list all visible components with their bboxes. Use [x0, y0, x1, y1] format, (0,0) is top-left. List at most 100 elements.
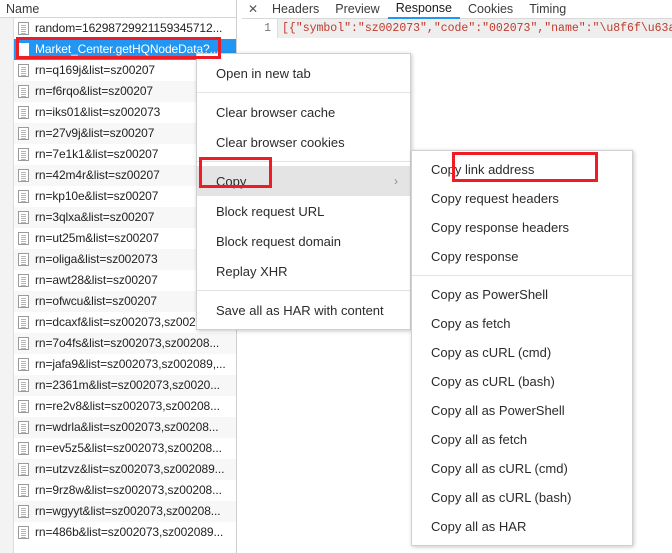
request-row[interactable]: rn=7o4fs&list=sz002073,sz00208...	[14, 333, 236, 354]
submenu-separator	[412, 275, 632, 276]
submenu-item-copy-as-curl-cmd[interactable]: Copy as cURL (cmd)	[412, 338, 632, 367]
request-row-label: rn=re2v8&list=sz002073,sz00208...	[35, 399, 220, 413]
context-menu: Open in new tab Clear browser cache Clear …	[196, 53, 411, 330]
document-icon	[18, 295, 29, 308]
tab-headers[interactable]: Headers	[264, 0, 327, 19]
menu-item-open-in-new-tab[interactable]: Open in new tab	[197, 58, 410, 88]
menu-item-replay-xhr[interactable]: Replay XHR	[197, 256, 410, 286]
request-row[interactable]: rn=2361m&list=sz002073,sz0020...	[14, 375, 236, 396]
request-row-label: rn=42m4r&list=sz00207	[35, 168, 160, 182]
request-row-label: rn=iks01&list=sz002073	[35, 105, 161, 119]
request-row-label: rn=oliga&list=sz002073	[35, 252, 158, 266]
request-row-label: rn=9rz8w&list=sz002073,sz00208...	[35, 483, 222, 497]
request-row[interactable]: rn=re2v8&list=sz002073,sz00208...	[14, 396, 236, 417]
response-content[interactable]: [{"symbol":"sz002073","code":"002073","n…	[278, 19, 672, 38]
menu-item-label: Clear browser cookies	[216, 134, 345, 150]
submenu-item-copy-all-as-curl-bash[interactable]: Copy all as cURL (bash)	[412, 483, 632, 512]
document-icon	[18, 274, 29, 287]
request-row-label: rn=27v9j&list=sz00207	[35, 126, 155, 140]
request-row-label: rn=jafa9&list=sz002073,sz002089,...	[35, 357, 226, 371]
document-icon	[18, 232, 29, 245]
submenu-item-copy-link-address[interactable]: Copy link address	[412, 155, 632, 184]
menu-item-block-request-url[interactable]: Block request URL	[197, 196, 410, 226]
document-icon	[18, 358, 29, 371]
document-icon	[18, 106, 29, 119]
chevron-right-icon: ›	[394, 174, 398, 188]
request-row[interactable]: rn=jafa9&list=sz002073,sz002089,...	[14, 354, 236, 375]
document-icon	[18, 43, 29, 56]
detail-tabbar: ✕ Headers Preview Response Cookies Timing	[242, 0, 672, 19]
document-icon	[18, 22, 29, 35]
document-icon	[18, 526, 29, 539]
document-icon	[18, 463, 29, 476]
document-icon	[18, 505, 29, 518]
request-row-label: rn=486b&list=sz002073,sz002089...	[35, 525, 224, 539]
menu-item-label: Copy	[216, 173, 247, 189]
document-icon	[18, 484, 29, 497]
request-row-label: rn=ev5z5&list=sz002073,sz00208...	[35, 441, 222, 455]
devtools-network-panel: Name random=16298729921159345712... Marke…	[0, 0, 672, 553]
menu-separator	[197, 290, 410, 291]
document-icon	[18, 316, 29, 329]
request-row[interactable]: random=16298729921159345712...	[14, 18, 236, 39]
request-row[interactable]: rn=utzvz&list=sz002073,sz002089...	[14, 459, 236, 480]
request-row[interactable]: rn=9rz8w&list=sz002073,sz00208...	[14, 480, 236, 501]
request-list-header: Name	[0, 0, 236, 18]
submenu-item-copy-all-as-powershell[interactable]: Copy all as PowerShell	[412, 396, 632, 425]
document-icon	[18, 253, 29, 266]
tab-preview[interactable]: Preview	[327, 0, 387, 19]
menu-item-clear-browser-cache[interactable]: Clear browser cache	[197, 97, 410, 127]
request-row-label: rn=q169j&list=sz00207	[35, 63, 155, 77]
document-icon	[18, 421, 29, 434]
document-icon	[18, 400, 29, 413]
request-row[interactable]: rn=ev5z5&list=sz002073,sz00208...	[14, 438, 236, 459]
submenu-item-copy-all-as-har[interactable]: Copy all as HAR	[412, 512, 632, 541]
tab-response[interactable]: Response	[387, 0, 461, 19]
document-icon	[18, 127, 29, 140]
request-row-label: rn=wdrla&list=sz002073,sz00208...	[35, 420, 219, 434]
request-row-label: random=16298729921159345712...	[35, 21, 223, 35]
tabs-container: Headers Preview Response Cookies Timing	[264, 0, 574, 19]
request-row-label: rn=wgyyt&list=sz002073,sz00208...	[35, 504, 221, 518]
close-icon[interactable]: ✕	[242, 0, 264, 19]
request-row-label: rn=awt28&list=sz00207	[35, 273, 158, 287]
tab-timing[interactable]: Timing	[521, 0, 574, 19]
document-icon	[18, 211, 29, 224]
submenu-item-copy-request-headers[interactable]: Copy request headers	[412, 184, 632, 213]
request-row-label: rn=utzvz&list=sz002073,sz002089...	[35, 462, 225, 476]
request-row-label: rn=ut25m&list=sz00207	[35, 231, 159, 245]
menu-item-clear-browser-cookies[interactable]: Clear browser cookies	[197, 127, 410, 157]
request-row-label: rn=kp10e&list=sz00207	[35, 189, 159, 203]
menu-item-copy[interactable]: Copy ›	[197, 166, 410, 196]
document-icon	[18, 64, 29, 77]
submenu-item-copy-all-as-fetch[interactable]: Copy all as fetch	[412, 425, 632, 454]
line-number: 1	[242, 19, 278, 38]
request-row-label: rn=2361m&list=sz002073,sz0020...	[35, 378, 220, 392]
document-icon	[18, 190, 29, 203]
menu-item-label: Replay XHR	[216, 263, 288, 279]
submenu-item-copy-all-as-curl-cmd[interactable]: Copy all as cURL (cmd)	[412, 454, 632, 483]
request-row-label: rn=3qlxa&list=sz00207	[35, 210, 155, 224]
column-header-name[interactable]: Name	[3, 2, 39, 16]
document-icon	[18, 379, 29, 392]
submenu-item-copy-response-headers[interactable]: Copy response headers	[412, 213, 632, 242]
request-row[interactable]: rn=wdrla&list=sz002073,sz00208...	[14, 417, 236, 438]
request-row-label: rn=7e1k1&list=sz00207	[35, 147, 159, 161]
copy-submenu: Copy link address Copy request headers Cop…	[411, 150, 633, 546]
request-list-gutter	[0, 18, 14, 553]
request-row[interactable]: rn=486b&list=sz002073,sz002089...	[14, 522, 236, 543]
menu-item-label: Clear browser cache	[216, 104, 336, 120]
menu-item-save-all-as-har-with-content[interactable]: Save all as HAR with content	[197, 295, 410, 325]
menu-item-block-request-domain[interactable]: Block request domain	[197, 226, 410, 256]
request-row[interactable]: rn=wgyyt&list=sz002073,sz00208...	[14, 501, 236, 522]
menu-separator	[197, 161, 410, 162]
menu-item-label: Save all as HAR with content	[216, 302, 384, 318]
request-row-label: rn=ofwcu&list=sz00207	[35, 294, 157, 308]
submenu-item-copy-response[interactable]: Copy response	[412, 242, 632, 271]
submenu-item-copy-as-fetch[interactable]: Copy as fetch	[412, 309, 632, 338]
tab-cookies[interactable]: Cookies	[460, 0, 521, 19]
submenu-item-copy-as-curl-bash[interactable]: Copy as cURL (bash)	[412, 367, 632, 396]
document-icon	[18, 337, 29, 350]
submenu-item-copy-as-powershell[interactable]: Copy as PowerShell	[412, 280, 632, 309]
document-icon	[18, 442, 29, 455]
